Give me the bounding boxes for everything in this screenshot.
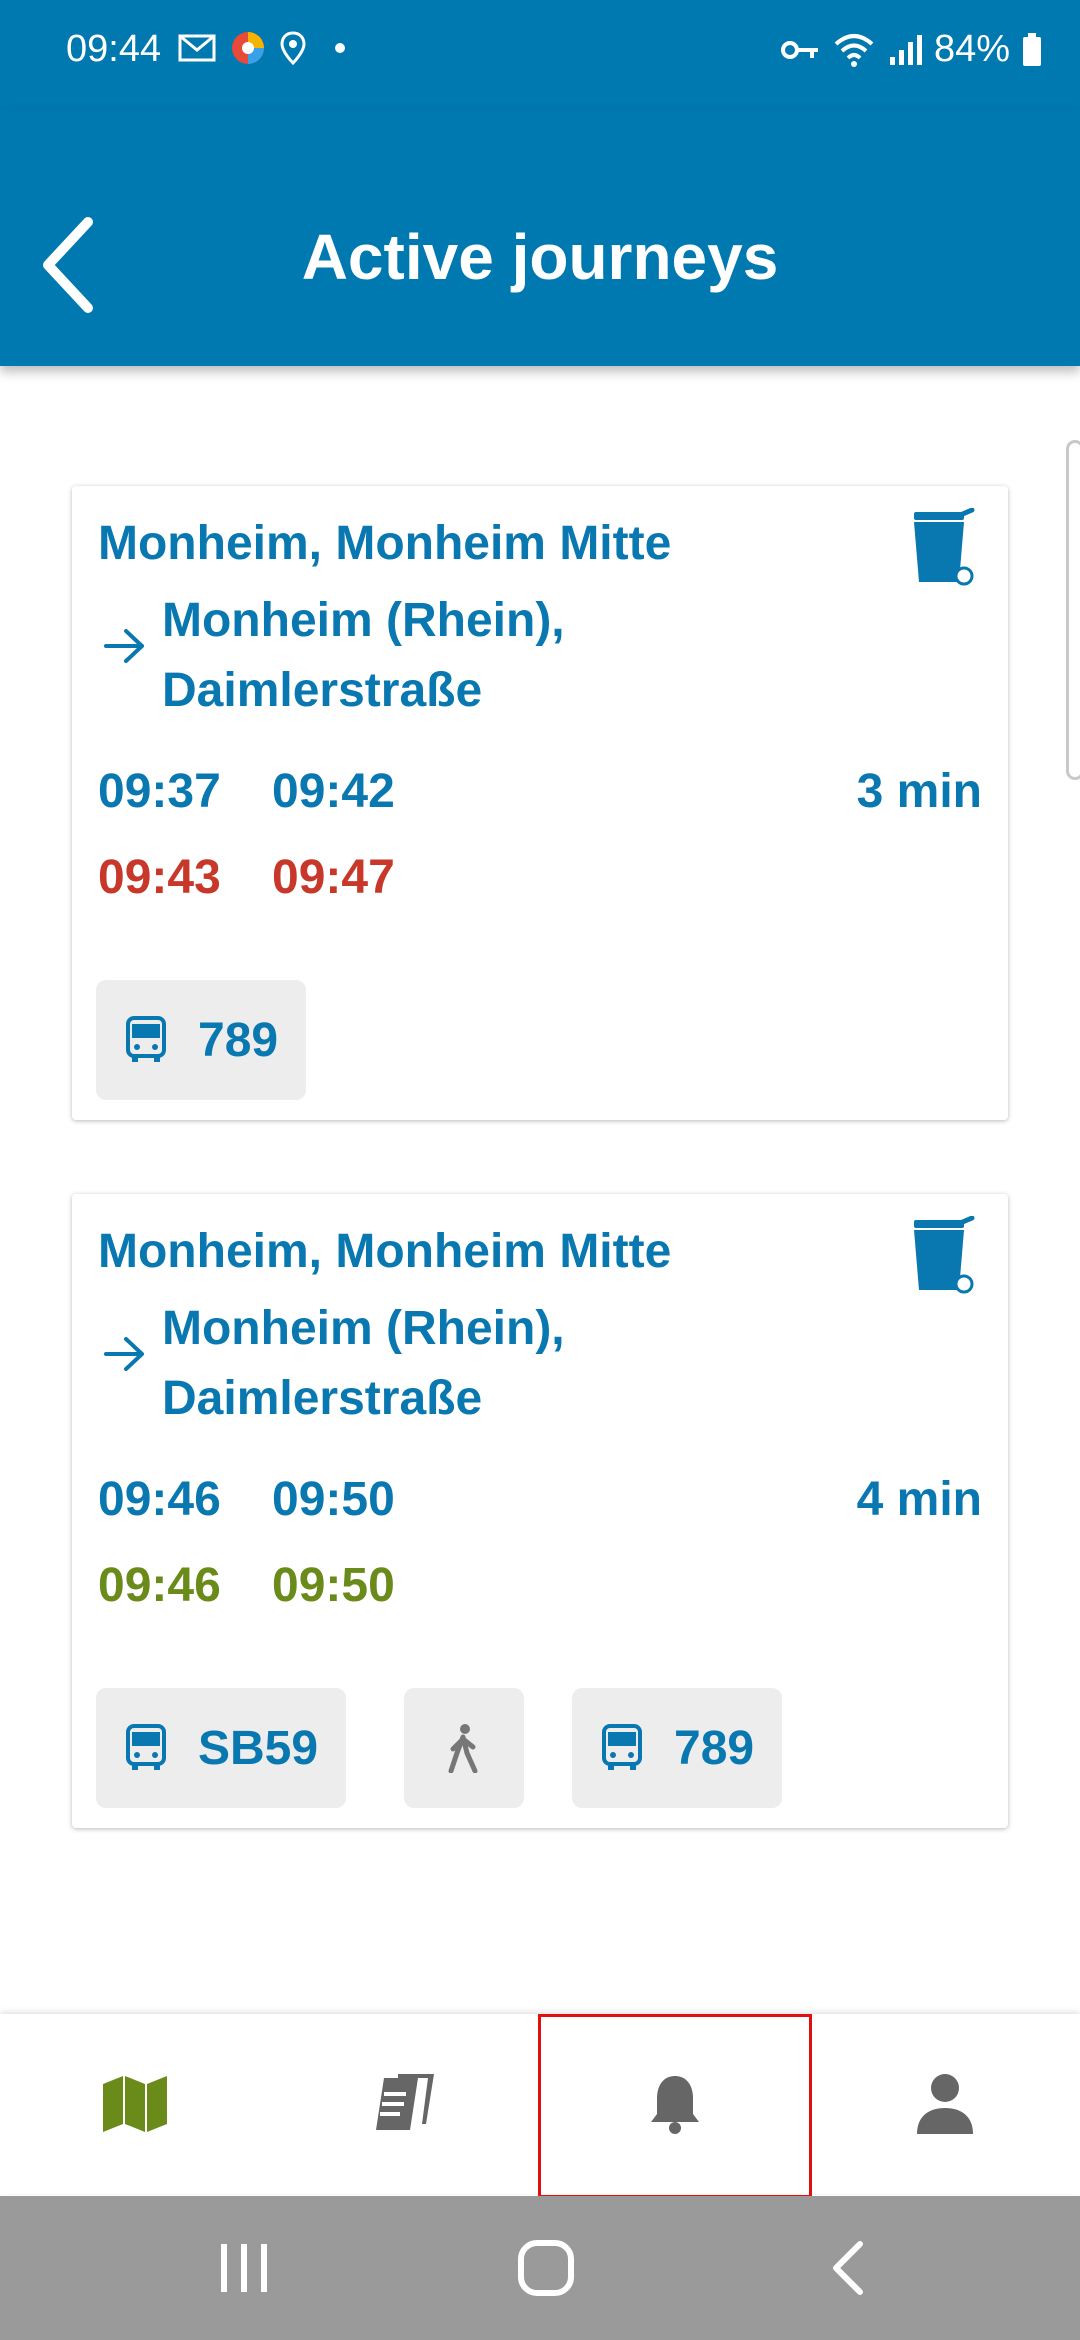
line-number: 789 (674, 1721, 755, 1775)
battery-percent: 84% (933, 28, 1010, 70)
realtime-arrival: 09:50 (272, 1559, 395, 1612)
nav-notifications[interactable] (540, 2014, 810, 2194)
arrow-right-icon (104, 629, 144, 663)
recent-apps-button[interactable] (144, 2196, 344, 2340)
delete-journey-button[interactable] (906, 1215, 978, 1296)
bell-icon (651, 2076, 699, 2134)
line-number: SB59 (198, 1721, 319, 1775)
page-title: Active journeys (301, 221, 779, 293)
bus-icon (126, 1724, 166, 1770)
signal-icon (889, 34, 922, 65)
home-button[interactable] (446, 2196, 646, 2340)
leg-chip-bus[interactable]: 789 (572, 1688, 783, 1808)
bus-icon (602, 1724, 642, 1770)
nav-profile[interactable] (810, 2014, 1080, 2194)
journey-origin: Monheim, Monheim Mitte (98, 1225, 672, 1278)
walk-icon (448, 1724, 478, 1773)
delete-journey-button[interactable] (906, 507, 978, 588)
journey-duration: 4 min (856, 1473, 982, 1526)
leg-chip-bus[interactable]: 789 (96, 980, 307, 1100)
system-back-button[interactable] (748, 2196, 948, 2340)
app-notification-icon (232, 32, 264, 64)
scroll-indicator (1066, 440, 1080, 780)
mail-icon (178, 34, 216, 62)
battery-icon (1023, 32, 1041, 66)
bus-icon (126, 1016, 166, 1062)
tickets-icon (376, 2074, 434, 2130)
dot-icon (335, 43, 345, 53)
planned-arrival: 09:50 (272, 1473, 395, 1526)
home-icon (518, 2240, 574, 2296)
planned-departure: 09:37 (98, 765, 221, 818)
journey-origin: Monheim, Monheim Mitte (98, 517, 672, 570)
vpn-key-icon (780, 40, 818, 59)
bottom-navigation (0, 2014, 1080, 2194)
journey-card[interactable]: Monheim, Monheim Mitte Monheim (Rhein), … (72, 486, 1008, 1120)
status-bar: 09:44 84% (0, 0, 1080, 110)
wifi-icon (834, 33, 874, 67)
realtime-departure: 09:43 (98, 851, 221, 904)
journey-destination: Monheim (Rhein), Daimlerstraße (162, 1302, 565, 1425)
leg-chip-walk[interactable] (404, 1688, 524, 1808)
location-icon (280, 31, 306, 65)
system-status: 84% (780, 28, 1042, 71)
nav-tickets[interactable] (270, 2014, 540, 2194)
line-number: 789 (198, 1013, 279, 1067)
system-navigation-bar (0, 2196, 1080, 2340)
planned-departure: 09:46 (98, 1473, 221, 1526)
trash-bin-icon (914, 1215, 975, 1294)
trash-bin-icon (914, 507, 975, 586)
realtime-departure: 09:46 (98, 1559, 221, 1612)
status-time: 09:44 (66, 28, 162, 70)
journey-duration: 3 min (856, 765, 982, 818)
notification-icons (178, 30, 350, 66)
nav-map[interactable] (0, 2014, 270, 2194)
journey-card[interactable]: Monheim, Monheim Mitte Monheim (Rhein), … (72, 1194, 1008, 1828)
back-arrow-icon (833, 2241, 863, 2295)
profile-icon (917, 2074, 973, 2134)
planned-arrival: 09:42 (272, 765, 395, 818)
journey-destination: Monheim (Rhein), Daimlerstraße (162, 594, 565, 717)
map-icon (103, 2076, 167, 2132)
leg-chip-bus[interactable]: SB59 (96, 1688, 347, 1808)
arrow-right-icon (104, 1337, 144, 1371)
app-header: Active journeys (0, 110, 1080, 366)
realtime-arrival: 09:47 (272, 851, 395, 904)
recent-apps-icon (221, 2244, 267, 2292)
